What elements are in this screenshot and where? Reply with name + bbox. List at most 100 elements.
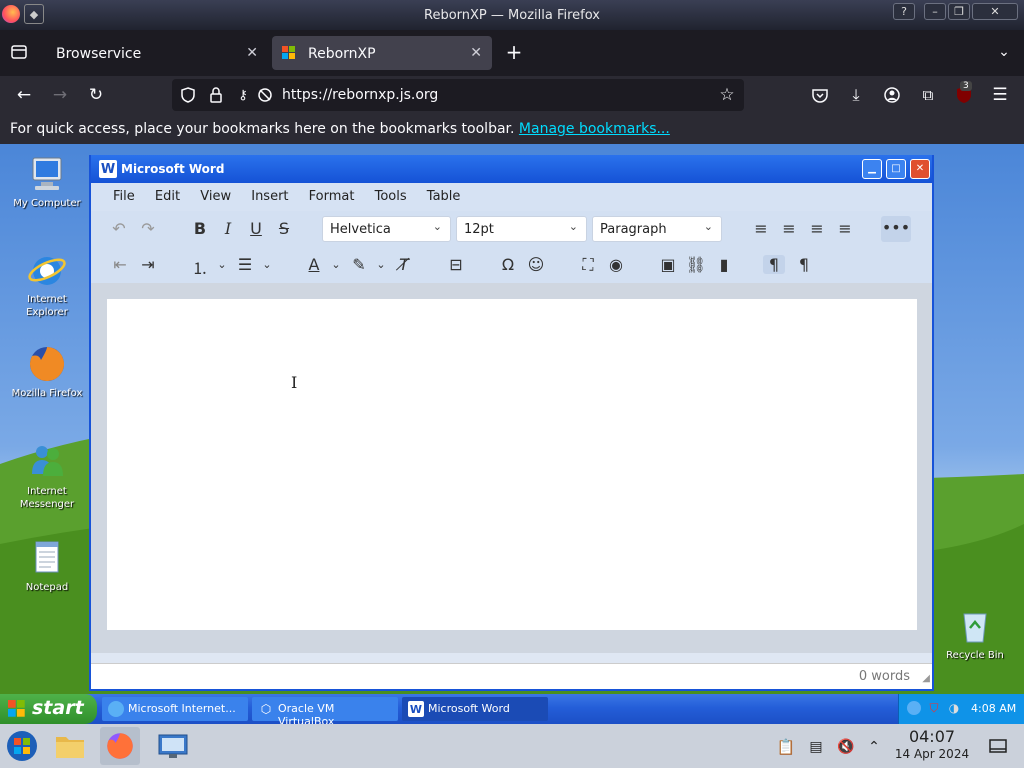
bookmark-star-icon[interactable]: ☆: [718, 85, 736, 105]
align-justify-icon[interactable]: ≡: [834, 219, 856, 238]
highlight-color-icon[interactable]: ✎: [348, 255, 370, 274]
pocket-icon[interactable]: [810, 85, 830, 105]
internet-explorer-icon: [108, 701, 124, 717]
outdent-icon[interactable]: ⇤: [109, 255, 131, 274]
file-explorer-button[interactable]: [50, 727, 90, 765]
downloads-icon[interactable]: ⤓: [846, 85, 866, 105]
taskbar-item-microsoft-word[interactable]: W Microsoft Word: [402, 697, 548, 721]
host-start-button[interactable]: [2, 727, 42, 765]
lock-icon[interactable]: [208, 86, 224, 104]
forward-icon[interactable]: →: [50, 85, 70, 105]
italic-icon[interactable]: I: [217, 219, 239, 238]
font-family-select[interactable]: Helvetica ⌄: [322, 216, 451, 242]
desktop-icon-internet-messenger[interactable]: Internet Messenger: [7, 442, 87, 511]
desktop-icon-notepad[interactable]: Notepad: [7, 538, 87, 594]
word-minimize-button[interactable]: ▁: [862, 159, 882, 179]
show-desktop-icon[interactable]: [988, 737, 1008, 755]
firefox-view-icon[interactable]: [10, 44, 28, 60]
remote-desktop-button[interactable]: [153, 727, 193, 765]
menu-file[interactable]: File: [113, 189, 135, 204]
redo-icon[interactable]: ↷: [137, 219, 159, 238]
back-icon[interactable]: ←: [14, 85, 34, 105]
bullet-list-icon[interactable]: ☰: [234, 255, 256, 274]
tracking-protection-icon[interactable]: [180, 87, 196, 103]
numbered-list-chevron-icon[interactable]: ⌄: [211, 258, 233, 271]
network-icon[interactable]: [907, 701, 921, 715]
bold-icon[interactable]: B: [189, 219, 211, 238]
menu-edit[interactable]: Edit: [155, 189, 180, 204]
taskbar-item-virtualbox[interactable]: ⬡ Oracle VM VirtualBox: [252, 697, 398, 728]
tab-rebornxp[interactable]: RebornXP ✕: [272, 36, 492, 70]
firefox-taskbar-button[interactable]: [100, 727, 140, 765]
more-options-icon[interactable]: •••: [881, 216, 911, 242]
desktop-icon-recycle-bin[interactable]: Recycle Bin: [935, 606, 1015, 662]
word-maximize-button[interactable]: □: [886, 159, 906, 179]
desktop-icon-my-computer[interactable]: My Computer: [7, 154, 87, 210]
list-all-tabs-icon[interactable]: ⌄: [994, 42, 1014, 62]
tab-close-icon[interactable]: ✕: [246, 45, 258, 61]
text-color-chevron-icon[interactable]: ⌄: [325, 258, 347, 271]
url-bar[interactable]: ⚷ https://rebornxp.js.org ☆: [172, 79, 744, 111]
tab-browservice[interactable]: Browservice ✕: [44, 36, 268, 70]
text-color-icon[interactable]: A: [303, 255, 325, 274]
emoticons-icon[interactable]: ☺: [525, 255, 547, 274]
help-button[interactable]: ?: [893, 3, 915, 20]
undo-icon[interactable]: ↶: [108, 219, 130, 238]
close-button[interactable]: ✕: [972, 3, 1018, 20]
special-character-icon[interactable]: Ω: [497, 255, 519, 274]
underline-icon[interactable]: U: [245, 219, 267, 238]
tab-close-icon[interactable]: ✕: [470, 45, 482, 61]
desktop-icon-internet-explorer[interactable]: Internet Explorer: [7, 250, 87, 319]
fullscreen-icon[interactable]: ⛶: [577, 255, 599, 275]
word-close-button[interactable]: ✕: [910, 159, 930, 179]
tray-expand-icon[interactable]: ⌃: [864, 737, 884, 757]
align-left-icon[interactable]: ≡: [750, 219, 772, 238]
hamburger-menu-icon[interactable]: ☰: [990, 85, 1010, 105]
highlight-chevron-icon[interactable]: ⌄: [370, 258, 392, 271]
insert-link-icon[interactable]: ⛓: [685, 255, 707, 274]
word-title-bar[interactable]: W Microsoft Word ▁ □ ✕: [91, 155, 932, 183]
camera-blocked-icon[interactable]: [256, 87, 274, 103]
reload-icon[interactable]: ↻: [86, 85, 106, 105]
menu-table[interactable]: Table: [427, 189, 461, 204]
menu-insert[interactable]: Insert: [251, 189, 288, 204]
start-button[interactable]: start: [0, 694, 97, 724]
taskbar-item-internet-explorer[interactable]: Microsoft Internet...: [102, 697, 248, 721]
permissions-key-icon[interactable]: ⚷: [234, 87, 252, 103]
volume-muted-icon[interactable]: 🔇: [836, 737, 856, 757]
security-shield-icon[interactable]: ⛉: [927, 701, 941, 715]
align-center-icon[interactable]: ≡: [778, 219, 800, 238]
manage-bookmarks-link[interactable]: Manage bookmarks...: [519, 121, 670, 137]
font-size-select[interactable]: 12pt ⌄: [456, 216, 587, 242]
insert-image-icon[interactable]: ▣: [657, 255, 679, 274]
ltr-icon[interactable]: ¶: [763, 255, 785, 274]
minimize-button[interactable]: –: [924, 3, 946, 20]
resize-grip-icon[interactable]: ◢: [922, 669, 930, 687]
volume-icon[interactable]: ◑: [947, 701, 961, 715]
strikethrough-icon[interactable]: S: [273, 219, 295, 238]
host-clock[interactable]: 04:07 14 Apr 2024: [890, 728, 974, 762]
page-break-icon[interactable]: ⊟: [445, 255, 467, 274]
extensions-icon[interactable]: ⧉: [918, 85, 938, 105]
firefox-title-bar: ◆ RebornXP — Mozilla Firefox ? – ❐ ✕: [0, 0, 1024, 30]
new-tab-icon[interactable]: +: [504, 40, 524, 64]
desktop-icon-mozilla-firefox[interactable]: Mozilla Firefox: [7, 344, 87, 400]
rtl-icon[interactable]: ¶: [793, 255, 815, 274]
numbered-list-icon[interactable]: ⒈: [189, 255, 211, 279]
indent-icon[interactable]: ⇥: [137, 255, 159, 274]
menu-format[interactable]: Format: [309, 189, 355, 204]
url-text[interactable]: https://rebornxp.js.org: [282, 87, 438, 103]
bullet-list-chevron-icon[interactable]: ⌄: [256, 258, 278, 271]
block-format-select[interactable]: Paragraph ⌄: [592, 216, 722, 242]
bookmark-icon[interactable]: ▮: [713, 255, 735, 274]
menu-tools[interactable]: Tools: [375, 189, 407, 204]
notes-tray-icon[interactable]: ▤: [806, 737, 826, 757]
menu-view[interactable]: View: [200, 189, 231, 204]
document-page[interactable]: I: [107, 299, 917, 630]
clipboard-tray-icon[interactable]: 📋: [776, 737, 796, 757]
maximize-button[interactable]: ❐: [948, 3, 970, 20]
align-right-icon[interactable]: ≡: [806, 219, 828, 238]
preview-icon[interactable]: ◉: [605, 255, 627, 274]
clear-formatting-icon[interactable]: T̸: [393, 255, 415, 274]
account-icon[interactable]: [882, 85, 902, 105]
